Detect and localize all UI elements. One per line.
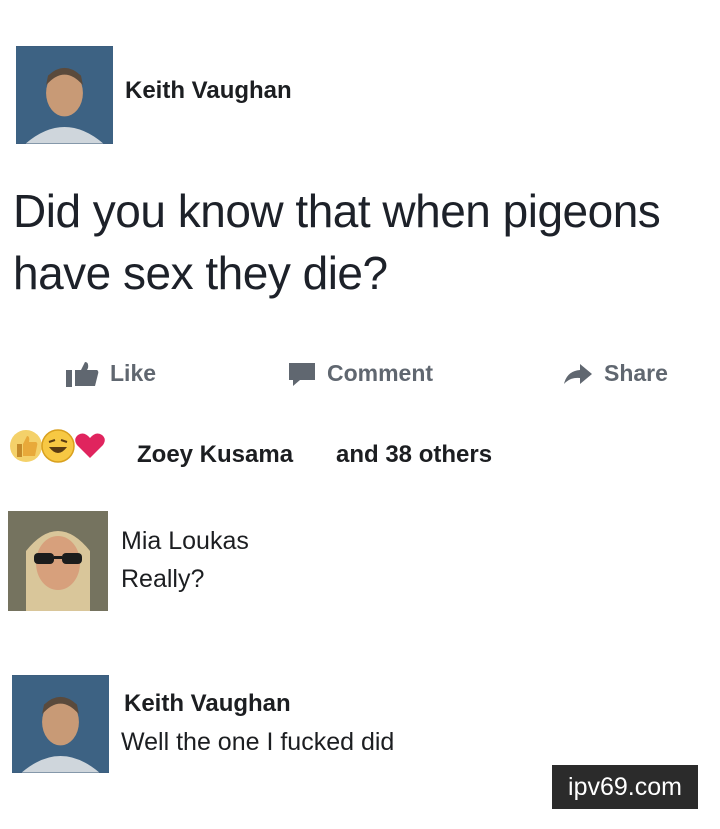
watermark: ipv69.com <box>552 765 698 809</box>
reactor-name[interactable]: Zoey Kusama <box>137 441 293 469</box>
share-button[interactable]: Share <box>562 360 668 387</box>
comment-text: Well the one I fucked did <box>121 728 395 756</box>
post-author-name[interactable]: Keith Vaughan <box>125 77 292 105</box>
comment-author-name[interactable]: Mia Loukas <box>121 527 249 556</box>
love-icon <box>75 433 105 458</box>
avatar-photo <box>16 46 113 144</box>
comment-text: Really? <box>121 565 205 593</box>
comment-bubble-icon <box>289 362 315 386</box>
reactions-summary[interactable] <box>8 428 105 464</box>
like-button[interactable]: Like <box>66 360 156 387</box>
comment-button[interactable]: Comment <box>287 360 433 387</box>
comment-label: Comment <box>327 360 434 386</box>
like-icon <box>10 430 42 462</box>
thumbs-up-icon <box>66 361 99 387</box>
share-label: Share <box>604 360 668 386</box>
post-author-avatar[interactable] <box>16 46 113 144</box>
reactor-others[interactable]: and 38 others <box>336 441 492 469</box>
share-arrow-icon <box>564 363 592 384</box>
comment-author-name[interactable]: Keith Vaughan <box>124 690 291 718</box>
post-text: Did you know that when pigeons have sex … <box>13 185 661 299</box>
haha-icon <box>41 429 75 463</box>
like-label: Like <box>110 360 157 386</box>
comment-author-avatar[interactable] <box>8 511 108 611</box>
avatar-photo <box>8 511 108 611</box>
comment-author-avatar[interactable] <box>12 675 109 773</box>
avatar-photo <box>12 675 109 773</box>
